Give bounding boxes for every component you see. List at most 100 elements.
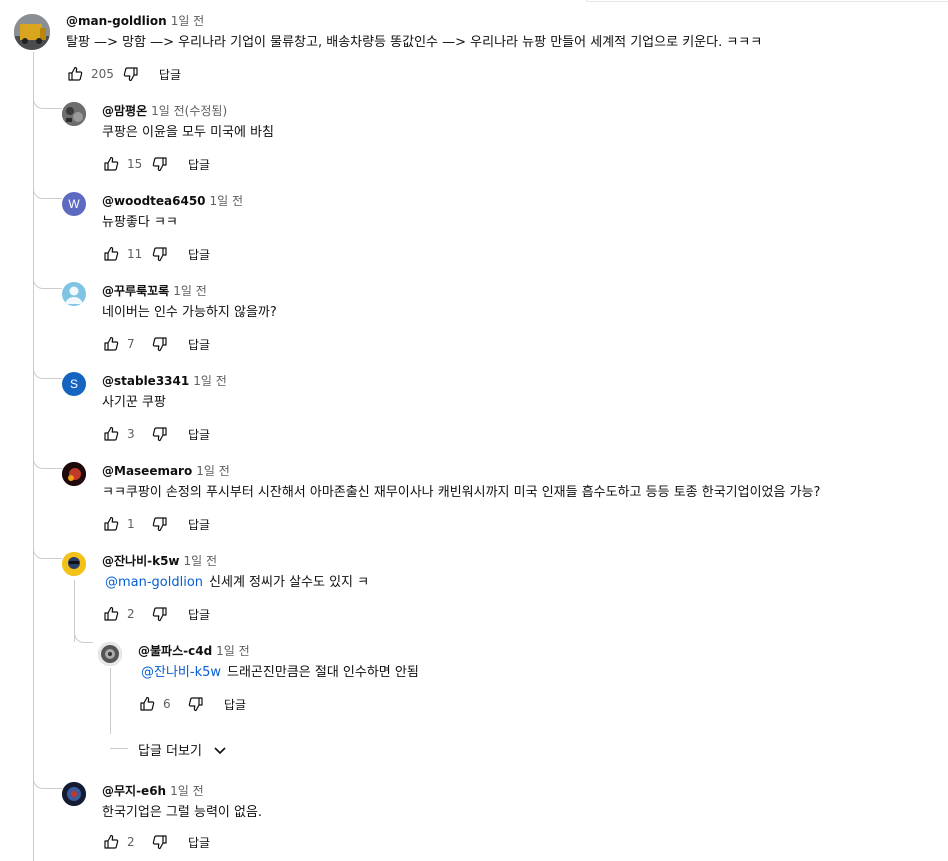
reply-button[interactable]: 답글 xyxy=(188,834,210,851)
comment-time[interactable]: 1일 전(수정됨) xyxy=(151,104,227,118)
comment-time[interactable]: 1일 전 xyxy=(196,464,230,478)
thumb-down-icon[interactable] xyxy=(151,833,169,851)
action-bar: 6 답글 xyxy=(138,693,246,715)
thumb-down-icon[interactable] xyxy=(151,245,169,263)
author-name[interactable]: @woodtea6450 xyxy=(102,194,206,208)
thumb-up-icon[interactable] xyxy=(102,155,120,173)
chevron-down-icon xyxy=(212,742,228,758)
comment-time[interactable]: 1일 전 xyxy=(173,284,207,298)
thread-connector xyxy=(74,628,93,643)
avatar[interactable] xyxy=(62,282,86,306)
reply-button[interactable]: 답글 xyxy=(188,426,210,443)
avatar[interactable] xyxy=(62,782,86,806)
avatar-image xyxy=(62,102,86,126)
thumb-up-icon[interactable] xyxy=(102,833,120,851)
action-bar: 2 답글 xyxy=(102,831,210,853)
avatar-image xyxy=(62,782,86,806)
thumb-up-icon[interactable] xyxy=(102,515,120,533)
thread-connector xyxy=(33,184,62,199)
comment-time[interactable]: 1일 전 xyxy=(193,374,227,388)
reply-button[interactable]: 답글 xyxy=(188,606,210,623)
mention-link[interactable]: @잔나비-k5w xyxy=(141,665,221,680)
like-count: 11 xyxy=(127,247,143,261)
thumb-down-icon[interactable] xyxy=(187,695,205,713)
like-count: 3 xyxy=(127,427,135,441)
thumb-down-icon[interactable] xyxy=(151,515,169,533)
comment-time[interactable]: 1일 전 xyxy=(184,554,218,568)
like-count: 1 xyxy=(127,517,135,531)
thumb-up-icon[interactable] xyxy=(102,425,120,443)
comment-body: 드래곤진만큼은 절대 인수하면 안됨 xyxy=(227,665,419,680)
thumb-down-icon[interactable] xyxy=(151,605,169,623)
thumb-down-icon[interactable] xyxy=(151,155,169,173)
avatar-letter: W xyxy=(68,197,80,211)
author-name[interactable]: @잔나비-k5w xyxy=(102,554,180,568)
comment-time[interactable]: 1일 전 xyxy=(171,14,205,28)
author-name[interactable]: @Maseemaro xyxy=(102,464,192,478)
avatar-image xyxy=(62,462,86,486)
action-bar: 205 답글 xyxy=(66,63,181,85)
avatar-image xyxy=(62,552,86,576)
thumb-down-icon[interactable] xyxy=(122,65,140,83)
author-name[interactable]: @불파스-c4d xyxy=(138,644,212,658)
thumb-up-icon[interactable] xyxy=(66,65,84,83)
panel-edge xyxy=(586,0,948,2)
comment-header: @맘평온 1일 전(수정됨) xyxy=(102,103,227,119)
comment-header: @Maseemaro 1일 전 xyxy=(102,463,230,479)
comment-text: @man-goldlion 신세계 정씨가 살수도 있지 ㅋ xyxy=(105,574,369,592)
comment-header: @man-goldlion 1일 전 xyxy=(66,13,204,29)
avatar-letter: S xyxy=(69,377,78,391)
action-bar: 3 답글 xyxy=(102,423,210,445)
avatar[interactable] xyxy=(62,552,86,576)
avatar[interactable] xyxy=(14,14,50,50)
comment-header: @woodtea6450 1일 전 xyxy=(102,193,243,209)
comment-body: 신세계 정씨가 살수도 있지 ㅋ xyxy=(209,575,370,590)
avatar[interactable]: W xyxy=(62,192,86,216)
more-replies-label: 답글 더보기 xyxy=(138,744,202,759)
thumb-up-icon[interactable] xyxy=(138,695,156,713)
author-name[interactable]: @맘평온 xyxy=(102,104,147,118)
more-replies-button[interactable]: 답글 더보기 xyxy=(138,740,228,759)
action-bar: 11 답글 xyxy=(102,243,210,265)
reply-button[interactable]: 답글 xyxy=(188,336,210,353)
person-icon xyxy=(65,286,83,304)
comment-time[interactable]: 1일 전 xyxy=(216,644,250,658)
thread-connector xyxy=(33,544,62,559)
reply-button[interactable]: 답글 xyxy=(188,246,210,263)
avatar-image xyxy=(98,642,122,666)
action-bar: 15 답글 xyxy=(102,153,210,175)
thumb-up-icon[interactable] xyxy=(102,245,120,263)
comment-header: @잔나비-k5w 1일 전 xyxy=(102,553,217,569)
thumb-up-icon[interactable] xyxy=(102,605,120,623)
like-count: 2 xyxy=(127,835,135,849)
mention-link[interactable]: @man-goldlion xyxy=(105,575,203,590)
like-count: 7 xyxy=(127,337,135,351)
avatar[interactable]: S xyxy=(62,372,86,396)
thread-connector xyxy=(33,364,62,379)
thumb-down-icon[interactable] xyxy=(151,335,169,353)
avatar[interactable] xyxy=(62,102,86,126)
comment-text: 네이버는 인수 가능하지 않을까? xyxy=(102,305,277,320)
thumb-up-icon[interactable] xyxy=(102,335,120,353)
author-name[interactable]: @man-goldlion xyxy=(66,14,167,28)
reply-button[interactable]: 답글 xyxy=(188,156,210,173)
comment-header: @꾸루룩꼬록 1일 전 xyxy=(102,283,207,299)
comment-text: ㅋㅋ쿠팡이 손정의 푸시부터 시잔해서 아마존출신 재무이사나 캐빈워시까지 미… xyxy=(102,485,821,500)
thread-connector xyxy=(110,734,128,749)
author-name[interactable]: @무지-e6h xyxy=(102,784,166,798)
like-count: 2 xyxy=(127,607,135,621)
comment-time[interactable]: 1일 전 xyxy=(170,784,204,798)
avatar[interactable] xyxy=(62,462,86,486)
thread-connector xyxy=(33,774,62,789)
avatar[interactable] xyxy=(98,642,122,666)
author-name[interactable]: @stable3341 xyxy=(102,374,189,388)
author-name[interactable]: @꾸루룩꼬록 xyxy=(102,284,169,298)
reply-button[interactable]: 답글 xyxy=(224,696,246,713)
thumb-down-icon[interactable] xyxy=(151,425,169,443)
thread-connector xyxy=(33,274,62,289)
comment-text: 탈팡 —> 망함 —> 우리나라 기업이 물류창고, 배송차량등 똥값인수 —>… xyxy=(66,35,763,50)
reply-button[interactable]: 답글 xyxy=(188,516,210,533)
comment-time[interactable]: 1일 전 xyxy=(210,194,244,208)
comment-text: 뉴팡좋다 ㅋㅋ xyxy=(102,215,178,230)
reply-button[interactable]: 답글 xyxy=(159,66,181,83)
